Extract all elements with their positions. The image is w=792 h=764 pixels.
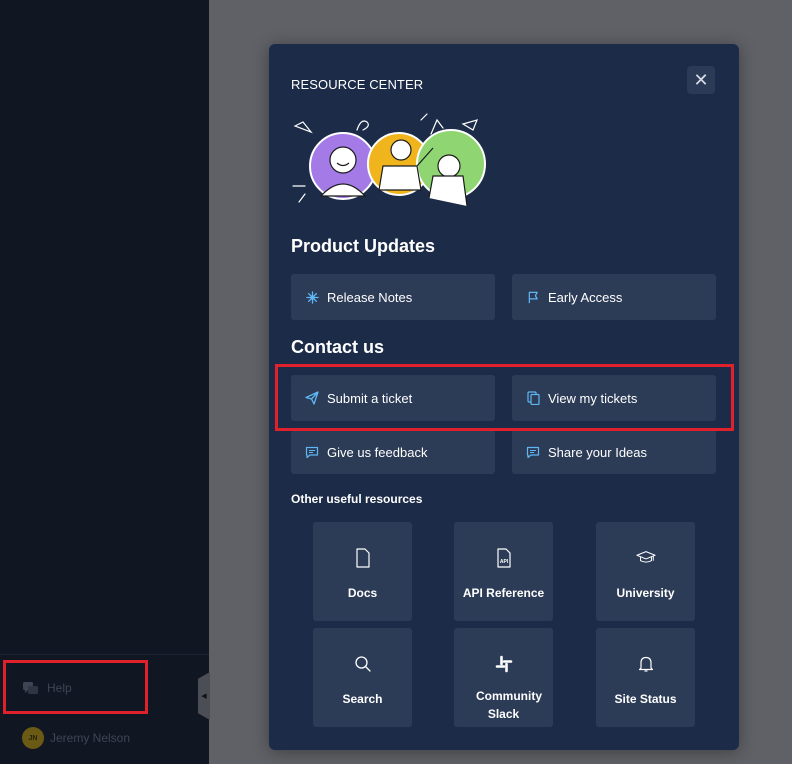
early-access-label: Early Access xyxy=(548,289,623,305)
bell-icon xyxy=(636,654,656,674)
api-reference-tile[interactable]: API API Reference xyxy=(454,522,553,621)
community-slack-tile[interactable]: Community Slack xyxy=(454,628,553,727)
early-access-button[interactable]: Early Access xyxy=(512,274,716,320)
graduation-cap-icon xyxy=(635,548,656,568)
other-resources-heading: Other useful resources xyxy=(291,492,423,506)
contact-us-heading: Contact us xyxy=(291,337,385,357)
contact-annotation-box xyxy=(275,364,734,431)
share-ideas-button[interactable]: Share your Ideas xyxy=(512,430,716,474)
feedback-button[interactable]: Give us feedback xyxy=(291,430,495,474)
docs-tile[interactable]: Docs xyxy=(313,522,412,621)
sparkle-icon xyxy=(305,290,319,304)
user-name: Jeremy Nelson xyxy=(50,731,131,745)
avatar: JN xyxy=(22,727,44,749)
feedback-label: Give us feedback xyxy=(327,444,428,460)
sidebar-divider xyxy=(0,654,209,655)
help-annotation-box xyxy=(3,660,148,714)
sidebar-collapse-handle[interactable]: ◀ xyxy=(198,672,210,720)
search-label: Search xyxy=(342,692,383,706)
site-status-label: Site Status xyxy=(614,692,677,706)
api-file-icon: API xyxy=(494,548,514,568)
close-button[interactable]: ✕ xyxy=(687,66,715,94)
sidebar: Help JN Jeremy Nelson xyxy=(0,0,209,764)
search-tile[interactable]: Search xyxy=(313,628,412,727)
search-icon xyxy=(353,654,373,674)
release-notes-button[interactable]: Release Notes xyxy=(291,274,495,320)
flag-icon xyxy=(526,290,540,304)
university-label: University xyxy=(616,586,675,600)
svg-text:API: API xyxy=(499,559,508,565)
document-icon xyxy=(353,548,373,568)
team-illustration xyxy=(292,113,486,207)
share-ideas-label: Share your Ideas xyxy=(548,444,648,460)
chat-bubble-icon xyxy=(526,445,540,459)
api-reference-label: API Reference xyxy=(462,586,545,600)
panel-title: RESOURCE CENTER xyxy=(291,77,424,92)
site-status-tile[interactable]: Site Status xyxy=(596,628,695,727)
release-notes-label: Release Notes xyxy=(327,289,413,305)
docs-label: Docs xyxy=(347,586,378,600)
chat-bubble-icon xyxy=(305,445,319,459)
user-profile[interactable]: JN Jeremy Nelson xyxy=(22,727,130,749)
community-slack-label: Community Slack xyxy=(476,689,542,721)
product-updates-heading: Product Updates xyxy=(291,236,436,256)
slack-icon xyxy=(494,654,514,674)
university-tile[interactable]: University xyxy=(596,522,695,621)
caret-left-icon: ◀ xyxy=(201,693,207,700)
